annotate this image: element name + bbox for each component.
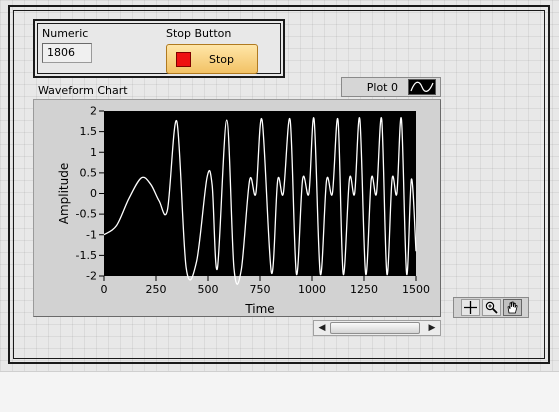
- cursor-move-icon[interactable]: [460, 299, 480, 316]
- plot-legend[interactable]: Plot 0: [341, 77, 441, 97]
- stop-button[interactable]: Stop: [166, 44, 258, 74]
- bottom-strip: [0, 371, 559, 412]
- pan-hand-icon[interactable]: [502, 299, 522, 316]
- chart-label: Waveform Chart: [38, 84, 128, 97]
- stop-button-label: Stop Button: [166, 27, 232, 40]
- stop-led-icon: [176, 51, 191, 67]
- zoom-icon[interactable]: [481, 299, 501, 316]
- legend-label: Plot 0: [366, 80, 398, 94]
- scroll-thumb[interactable]: [330, 322, 420, 334]
- numeric-indicator: 1806: [42, 43, 92, 63]
- legend-line-icon: [408, 79, 436, 95]
- graph-palette: [453, 297, 529, 318]
- plot-area[interactable]: [104, 111, 416, 276]
- stop-button-text: Stop: [209, 52, 235, 66]
- numeric-label: Numeric: [42, 27, 89, 40]
- horizontal-scrollbar[interactable]: ◀ ▶: [313, 320, 441, 336]
- scroll-right-icon[interactable]: ▶: [425, 322, 439, 334]
- scroll-left-icon[interactable]: ◀: [315, 322, 329, 334]
